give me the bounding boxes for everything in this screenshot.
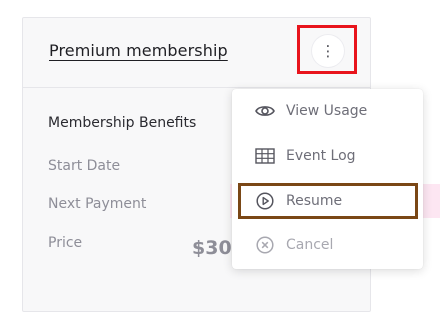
x-circle-icon: [254, 234, 276, 256]
menu-item-resume[interactable]: Resume: [232, 181, 423, 221]
next-payment-label: Next Payment: [48, 196, 147, 212]
table-grid-icon: [254, 145, 276, 167]
start-date-label: Start Date: [48, 158, 121, 174]
menu-item-cancel[interactable]: Cancel: [232, 225, 423, 265]
menu-item-event-log[interactable]: Event Log: [232, 136, 423, 176]
menu-item-view-usage[interactable]: View Usage: [232, 91, 423, 131]
options-dropdown-menu: View Usage Event Log Resume Cancel: [232, 89, 423, 269]
more-options-button[interactable]: ⋮: [312, 35, 344, 67]
price-value: $300: [192, 237, 232, 259]
menu-item-label: Event Log: [286, 148, 356, 164]
vertical-ellipsis-icon: ⋮: [320, 41, 336, 60]
section-title: Membership Benefits: [48, 115, 197, 131]
card-header: Premium membership ⋮: [23, 18, 370, 88]
menu-item-label: View Usage: [286, 103, 368, 119]
eye-icon: [254, 100, 276, 122]
play-circle-icon: [254, 190, 276, 212]
card-title-link[interactable]: Premium membership: [49, 41, 228, 60]
screen: Premium membership ⋮ Membership Benefits…: [0, 0, 440, 333]
price-label: Price: [48, 235, 83, 251]
menu-item-label: Resume: [286, 193, 343, 209]
menu-item-label: Cancel: [286, 237, 334, 253]
